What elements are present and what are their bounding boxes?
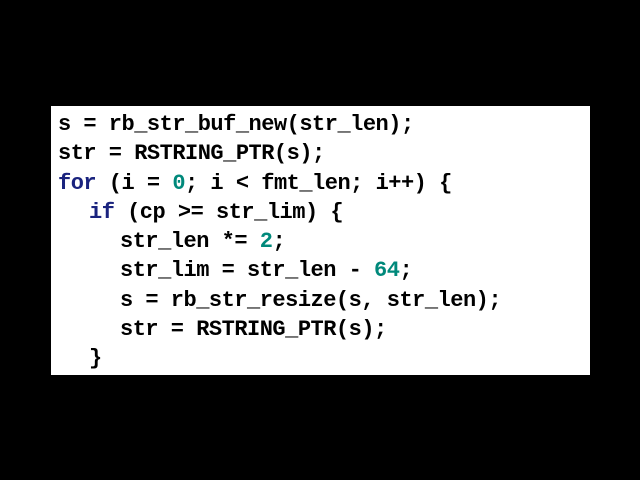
code-line-5: str_len *= 2;	[58, 227, 590, 256]
code-line-1: s = rb_str_buf_new(str_len);	[58, 110, 590, 139]
keyword-for: for	[58, 170, 97, 196]
code-text: str_lim = str_len -	[120, 258, 375, 284]
number-literal: 0	[172, 170, 186, 196]
code-text: s = rb_str_buf_new(str_len);	[58, 112, 414, 137]
code-line-4: if (cp >= str_lim) {	[58, 198, 590, 227]
code-line-9: }	[58, 344, 590, 373]
code-text: }	[89, 346, 102, 372]
code-line-3: for (i = 0; i < fmt_len; i++) {	[58, 169, 590, 198]
code-text: str_len *=	[120, 229, 260, 255]
code-text: s = rb_str_resize(s, str_len);	[120, 287, 502, 313]
code-text: str = RSTRING_PTR(s);	[120, 317, 387, 343]
code-text: (cp >= str_lim) {	[114, 199, 344, 225]
code-block: s = rb_str_buf_new(str_len); str = RSTRI…	[51, 106, 590, 375]
code-text: ;	[272, 229, 286, 255]
slide: s = rb_str_buf_new(str_len); str = RSTRI…	[0, 0, 640, 480]
code-text: (i =	[96, 170, 173, 196]
code-line-2: str = RSTRING_PTR(s);	[58, 139, 590, 168]
number-literal: 64	[374, 258, 400, 284]
code-text: ; i < fmt_len; i++) {	[185, 170, 452, 196]
code-line-6: str_lim = str_len - 64;	[58, 256, 590, 285]
number-literal: 2	[259, 229, 273, 255]
code-text: str = RSTRING_PTR(s);	[58, 141, 325, 167]
code-text: ;	[399, 258, 413, 284]
code-line-8: str = RSTRING_PTR(s);	[58, 315, 590, 344]
code-line-7: s = rb_str_resize(s, str_len);	[58, 286, 590, 315]
keyword-if: if	[89, 199, 115, 225]
